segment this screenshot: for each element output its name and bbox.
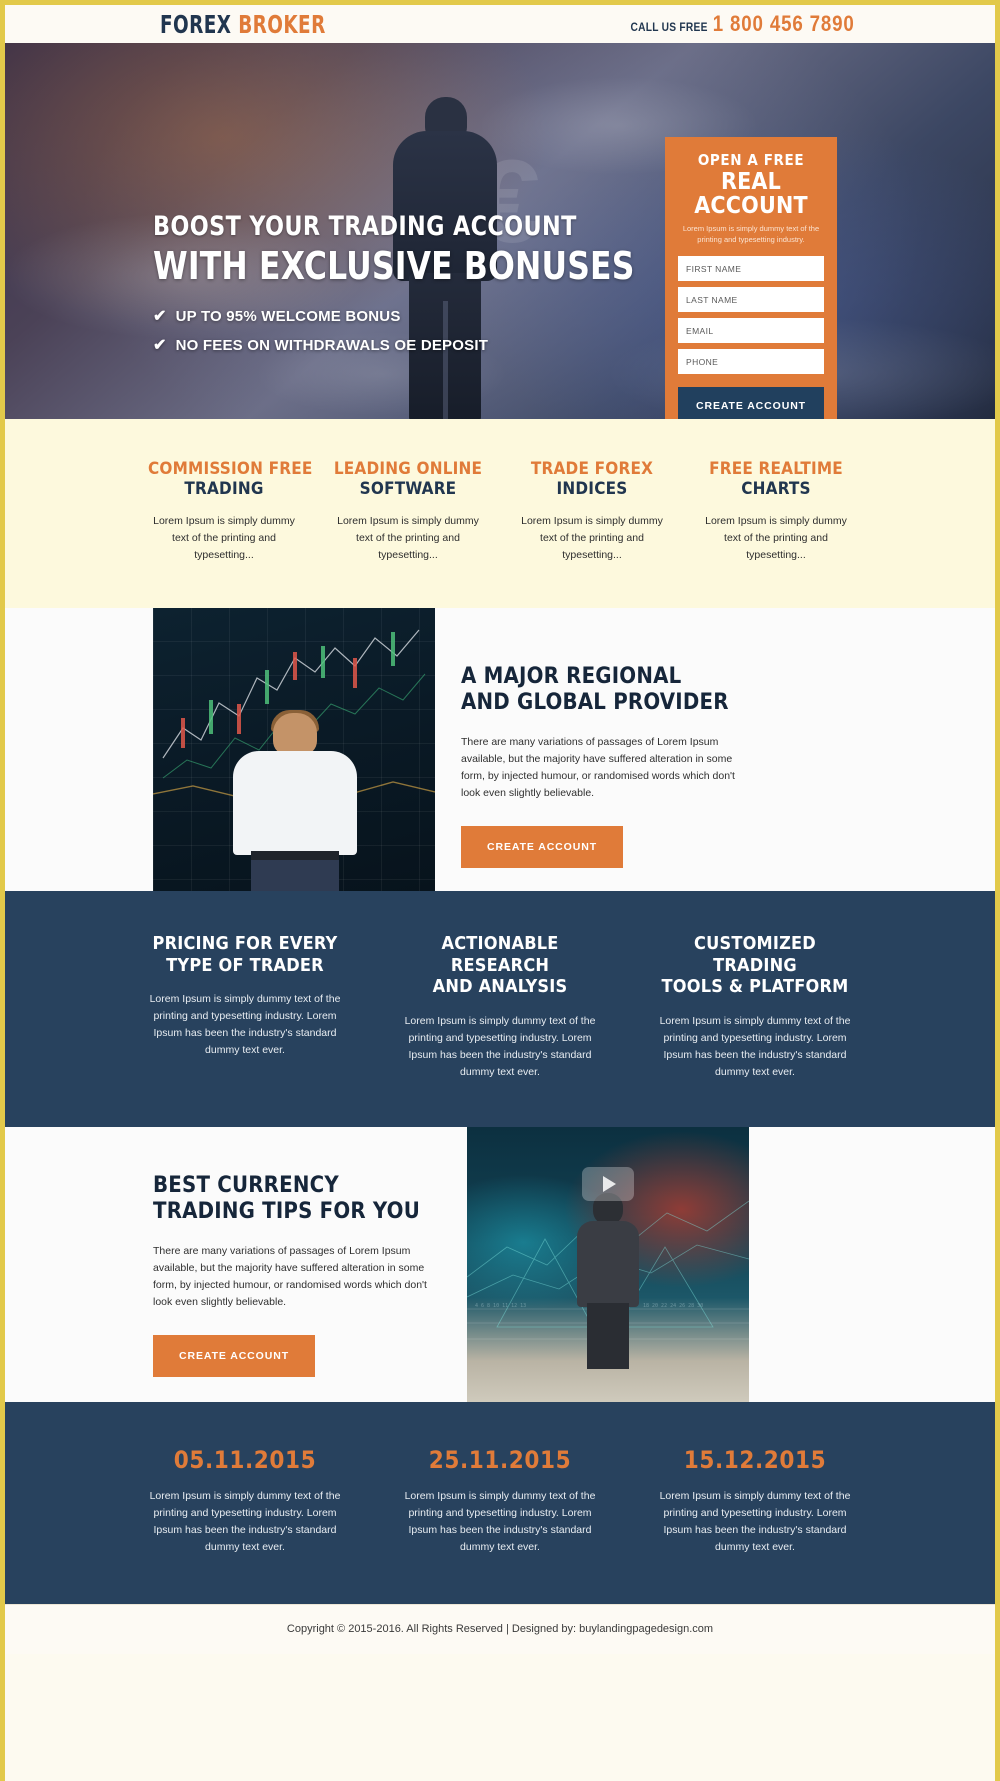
feature-title-line1: COMMISSION FREE <box>148 459 313 479</box>
news-item: 25.11.2015 Lorem Ipsum is simply dummy t… <box>398 1446 603 1556</box>
check-icon: ✔ <box>153 308 167 325</box>
last-name-input[interactable] <box>678 287 824 313</box>
feature-item: FREE REALTIME CHARTS Lorem Ipsum is simp… <box>700 459 852 564</box>
benefit-heading-line1: CUSTOMIZED TRADING <box>694 933 816 976</box>
feature-title-line2: SOFTWARE <box>359 479 457 500</box>
play-icon[interactable] <box>582 1166 634 1201</box>
news-text: Lorem Ipsum is simply dummy text of the … <box>404 1489 596 1553</box>
logo-primary-text: FOREX <box>160 9 232 39</box>
copyright-text: Copyright © 2015-2016. All Rights Reserv… <box>286 1623 714 1636</box>
create-account-submit-button[interactable]: CREATE ACCOUNT <box>678 387 824 419</box>
tips-paragraph: There are many variations of passages of… <box>153 1244 427 1308</box>
hero-bullet-label: UP TO 95% WELCOME BONUS <box>175 307 401 325</box>
trading-chart-image <box>153 608 435 892</box>
hero-section: € BOOST YOUR TRADING ACCOUNT WITH EXCLUS… <box>5 43 995 419</box>
benefit-text: Lorem Ipsum is simply dummy text of the … <box>404 1014 596 1078</box>
news-date: 25.11.2015 <box>428 1445 572 1474</box>
benefit-column: ACTIONABLE RESEARCH AND ANALYSIS Lorem I… <box>398 933 603 1081</box>
feature-title-line2: INDICES <box>556 479 628 500</box>
benefit-heading-line1: ACTIONABLE RESEARCH <box>441 933 559 976</box>
check-icon: ✔ <box>153 337 167 354</box>
form-title-line1: OPEN A FREE <box>697 151 805 169</box>
benefit-column: PRICING FOR EVERY TYPE OF TRADER Lorem I… <box>143 933 348 1081</box>
feature-text: Lorem Ipsum is simply dummy text of the … <box>337 515 479 562</box>
features-strip: COMMISSION FREE TRADING Lorem Ipsum is s… <box>5 419 995 609</box>
tips-copy: BEST CURRENCY TRADING TIPS FOR YOU There… <box>153 1127 457 1402</box>
tips-video-image[interactable]: 4 6 8 10 11 12 13 18 20 22 24 26 28 30 <box>467 1126 749 1402</box>
provider-copy: A MAJOR REGIONAL AND GLOBAL PROVIDER The… <box>435 608 995 891</box>
call-us-block: CALL US FREE 1 800 456 7890 <box>631 11 855 37</box>
hero-bullet-list: ✔ UP TO 95% WELCOME BONUS ✔ NO FEES ON W… <box>153 306 573 355</box>
benefit-text: Lorem Ipsum is simply dummy text of the … <box>149 993 341 1057</box>
tips-create-account-button[interactable]: CREATE ACCOUNT <box>153 1334 316 1377</box>
news-text: Lorem Ipsum is simply dummy text of the … <box>149 1489 341 1553</box>
news-date: 05.11.2015 <box>173 1445 317 1474</box>
tips-person-figure <box>561 1192 653 1371</box>
news-item: 05.11.2015 Lorem Ipsum is simply dummy t… <box>143 1446 348 1556</box>
phone-number[interactable]: 1 800 456 7890 <box>713 11 855 37</box>
benefits-section: PRICING FOR EVERY TYPE OF TRADER Lorem I… <box>5 891 995 1127</box>
form-subtitle: Lorem Ipsum is simply dummy text of the … <box>682 224 820 245</box>
provider-heading-line2: AND GLOBAL PROVIDER <box>461 690 729 716</box>
hero-bullet-label: NO FEES ON WITHDRAWALS OE DEPOSIT <box>175 336 489 354</box>
hero-headline-line2: WITH EXCLUSIVE BONUSES <box>153 244 635 288</box>
feature-title-line2: TRADING <box>184 479 264 500</box>
news-dates-section: 05.11.2015 Lorem Ipsum is simply dummy t… <box>5 1401 995 1604</box>
news-item: 15.12.2015 Lorem Ipsum is simply dummy t… <box>653 1446 858 1556</box>
tips-heading-line2: TRADING TIPS FOR YOU <box>153 1199 420 1225</box>
phone-input[interactable] <box>678 349 824 375</box>
feature-text: Lorem Ipsum is simply dummy text of the … <box>521 515 663 562</box>
feature-title-line2: CHARTS <box>741 479 811 500</box>
news-text: Lorem Ipsum is simply dummy text of the … <box>659 1489 851 1553</box>
form-title-line2: REAL ACCOUNT <box>694 169 808 220</box>
feature-text: Lorem Ipsum is simply dummy text of the … <box>705 515 847 562</box>
email-input[interactable] <box>678 318 824 344</box>
trader-figure <box>225 710 365 892</box>
benefit-heading-line2: TYPE OF TRADER <box>166 954 324 976</box>
benefit-heading-line2: TOOLS & PLATFORM <box>661 976 849 998</box>
provider-heading-line1: A MAJOR REGIONAL <box>461 664 682 690</box>
feature-title-line1: TRADE FOREX <box>530 459 654 479</box>
tips-heading-line1: BEST CURRENCY <box>153 1172 339 1198</box>
provider-paragraph: There are many variations of passages of… <box>461 735 735 799</box>
hero-bullet-item: ✔ NO FEES ON WITHDRAWALS OE DEPOSIT <box>153 335 573 355</box>
call-us-label: CALL US FREE <box>630 20 709 34</box>
benefit-heading-line1: PRICING FOR EVERY <box>152 933 338 955</box>
provider-section: A MAJOR REGIONAL AND GLOBAL PROVIDER The… <box>5 608 995 892</box>
site-footer: Copyright © 2015-2016. All Rights Reserv… <box>5 1603 995 1654</box>
feature-item: COMMISSION FREE TRADING Lorem Ipsum is s… <box>148 459 313 564</box>
tips-section: BEST CURRENCY TRADING TIPS FOR YOU There… <box>5 1126 995 1402</box>
provider-create-account-button[interactable]: CREATE ACCOUNT <box>461 825 624 868</box>
landing-page: FOREX BROKER CALL US FREE 1 800 456 7890… <box>0 0 1000 1781</box>
benefit-text: Lorem Ipsum is simply dummy text of the … <box>659 1014 851 1078</box>
hero-headline-line1: BOOST YOUR TRADING ACCOUNT <box>153 211 577 242</box>
news-date: 15.12.2015 <box>683 1445 827 1474</box>
hero-copy: BOOST YOUR TRADING ACCOUNT WITH EXCLUSIV… <box>153 211 635 364</box>
feature-item: TRADE FOREX INDICES Lorem Ipsum is simpl… <box>516 459 668 564</box>
site-logo[interactable]: FOREX BROKER <box>160 10 326 39</box>
svg-text:4 6 8 10 11 12 13: 4 6 8 10 11 12 13 <box>475 1303 526 1309</box>
hero-bullet-item: ✔ UP TO 95% WELCOME BONUS <box>153 306 573 326</box>
feature-title-line1: FREE REALTIME <box>709 459 843 479</box>
benefit-heading-line2: AND ANALYSIS <box>432 976 568 998</box>
feature-text: Lorem Ipsum is simply dummy text of the … <box>153 515 295 562</box>
feature-title-line1: LEADING ONLINE <box>333 459 483 479</box>
feature-item: LEADING ONLINE SOFTWARE Lorem Ipsum is s… <box>332 459 484 564</box>
lead-capture-form: OPEN A FREE REAL ACCOUNT Lorem Ipsum is … <box>665 137 837 419</box>
first-name-input[interactable] <box>678 256 824 282</box>
benefit-column: CUSTOMIZED TRADING TOOLS & PLATFORM Lore… <box>653 933 858 1081</box>
logo-secondary-text: BROKER <box>238 9 326 39</box>
site-header: FOREX BROKER CALL US FREE 1 800 456 7890 <box>5 5 995 43</box>
